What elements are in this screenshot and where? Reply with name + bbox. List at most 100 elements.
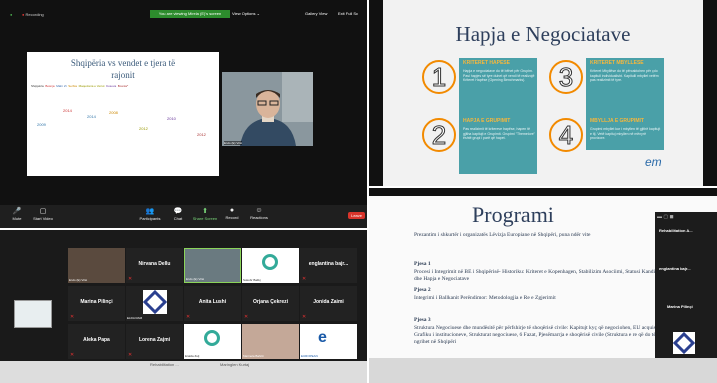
slide-programi: Programi Prezantim i shkurtër i organiza… — [369, 188, 717, 383]
speaker-person-image — [222, 72, 313, 146]
slide-title: Hapja e Negociatave — [455, 22, 631, 46]
logo-icon — [204, 330, 220, 346]
country-label: Maqedonia e Veriut — [78, 84, 105, 88]
recording-label: Recording — [25, 12, 44, 17]
participant-tile[interactable]: Nirvana Dellu ✕ — [126, 248, 183, 283]
record-label: Record — [225, 215, 239, 220]
active-speaker-tile[interactable]: Ervis (E) Vrisi — [184, 248, 241, 283]
year-col: 2008 — [109, 110, 118, 115]
participant-name: Nirvana Dellu — [138, 261, 171, 267]
participant-tile[interactable]: Orjana Çekrezi ✕ — [242, 286, 299, 321]
year-col: 2009 — [37, 122, 46, 127]
viewing-screen-banner: You are viewing Mirela (E)'s screen — [150, 10, 230, 18]
share-screen-icon: ⬆ — [202, 208, 208, 215]
side-participant-name: englantina bajr... — [659, 266, 691, 271]
view-options-button[interactable]: View Options ⌄ — [232, 10, 260, 18]
participant-name: Orjana Çekrezi — [252, 299, 289, 305]
participant-label: Marinela Bahriii — [243, 354, 264, 358]
muted-mic-icon: ✕ — [302, 314, 307, 320]
criteria-opening-heading: KRITERET HAPESE — [463, 60, 510, 66]
record-button[interactable]: ● Record — [217, 207, 247, 220]
cluster-opening-heading: HAPJA E GRUPIMIT — [463, 118, 511, 124]
part2-heading: Pjesa 2 — [414, 287, 431, 293]
thumbnail-slide[interactable] — [14, 300, 52, 328]
year-col: 2010 — [167, 116, 176, 121]
country-label: Kosova — [106, 84, 117, 88]
speaker-video-tile[interactable]: Ervis (E) Vrisi — [222, 72, 313, 146]
participant-tile[interactable]: Marina Pilinçi ✕ — [68, 286, 125, 321]
participant-tile[interactable]: Aleka Papa ✕ — [68, 324, 125, 359]
left-border — [369, 0, 383, 186]
share-screen-button[interactable]: ⬆ Share Screen — [190, 207, 220, 221]
year-col: 2012 — [197, 132, 206, 137]
participant-name: Aleka Papa — [83, 337, 110, 343]
panel-controls-icon[interactable]: ▬ ▢ ◼ — [657, 214, 674, 220]
number-1-icon: 1 — [422, 60, 456, 94]
share-screen-label: Share Screen — [192, 216, 218, 221]
side-video-panel: ▬ ▢ ◼ Rehabilitation A... englantina baj… — [655, 212, 717, 362]
muted-mic-icon: ✕ — [302, 276, 307, 282]
start-video-button[interactable]: ▢ Start Video — [28, 207, 58, 221]
participant-name: Jonida Zaimi — [313, 299, 344, 305]
gallery-view-button[interactable]: Gallery View — [305, 10, 327, 18]
start-video-label: Start Video — [33, 216, 53, 221]
chat-label: Chat — [173, 216, 183, 221]
participant-tile[interactable]: Eralda Zulj — [184, 324, 241, 359]
muted-mic-icon: ✕ — [244, 314, 249, 320]
logo-icon: e — [318, 329, 327, 346]
muted-mic-icon: ✕ — [70, 314, 75, 320]
right-border — [703, 0, 717, 186]
participant-label: Ervis (E) Vrisi — [69, 278, 88, 282]
country-label: Bosnja — [45, 84, 55, 88]
participant-tile[interactable]: e EUROPEAN — [300, 324, 357, 359]
side-participant-name: Rehabilitation A... — [659, 228, 693, 233]
part3-text: Struktura Negociuese dhe mundësitë për p… — [414, 325, 659, 345]
intro-text: Prezantim i shkurtër i organizatës Lëviz… — [414, 232, 591, 238]
slide-hapja-negociatave: Hapja e Negociatave 1 2 3 4 KRITERET HAP… — [369, 0, 717, 186]
participant-tile[interactable]: Marinela Bahriii — [242, 324, 299, 359]
cluster-closing-heading: MBYLLJA E GRUPIMIT — [590, 118, 644, 124]
shield-icon[interactable]: ● — [10, 12, 12, 17]
participant-tile[interactable]: Jonida Zaimi ✕ — [300, 286, 357, 321]
slide-title-line1: Shqipëria vs vendet e tjera të — [70, 58, 176, 68]
exit-fullscreen-button[interactable]: Exit Full Sc — [338, 10, 358, 18]
number-4-icon: 4 — [549, 118, 583, 152]
leave-button[interactable]: Leave — [348, 212, 365, 219]
participant-tile[interactable]: Ervis (E) Vrisi — [68, 248, 125, 283]
chat-button[interactable]: 💬 Chat — [163, 207, 193, 221]
logo-icon — [142, 289, 168, 315]
participant-name: Anita Lushi — [198, 299, 227, 305]
bottom-name: Maringlen Kurtaj — [220, 362, 250, 367]
participant-label: ELDA RAM — [127, 316, 143, 320]
country-label: Serbia — [68, 84, 77, 88]
year-col: 2014 — [63, 108, 72, 113]
participant-label: Sokobr Balikj — [243, 278, 261, 282]
video-camera-icon: ▢ — [39, 208, 47, 215]
participants-button[interactable]: 👥 Participants — [135, 207, 165, 221]
mute-label: Mute — [12, 216, 22, 221]
country-label: Bosnia* — [117, 84, 129, 88]
participant-tile[interactable]: ELDA RAM — [126, 286, 183, 321]
participant-tile[interactable]: Anita Lushi ✕ — [184, 286, 241, 321]
year-col: 2014 — [87, 114, 96, 119]
muted-mic-icon: ✕ — [128, 352, 133, 358]
number-2-icon: 2 — [422, 118, 456, 152]
top-border — [369, 188, 717, 196]
reactions-button[interactable]: ☺ Reactions — [244, 207, 274, 220]
em-logo: em — [645, 155, 662, 169]
number-3-icon: 3 — [549, 60, 583, 94]
part1-text: Procesi i Integrimit në BE i Shqipërisë-… — [414, 269, 662, 282]
part1-heading: Pjesa 1 — [414, 261, 431, 267]
zoom-toolbar: 🎤 Mute ▢ Start Video 👥 Participants 💬 Chat ⬆… — [0, 205, 367, 228]
participant-tile[interactable]: englantina bajr... ✕ — [300, 248, 357, 283]
reactions-icon: ☺ — [255, 207, 263, 214]
participant-tile[interactable]: Sokobr Balikj — [242, 248, 299, 283]
cluster-opening-text: Pas realizimit të kritereve hapëse, hape… — [463, 127, 535, 140]
muted-mic-icon: ✕ — [186, 314, 191, 320]
zoom-screen-share-window: ● ● Recording You are viewing Mirela (E)… — [0, 0, 367, 228]
recording-indicator[interactable]: ● Recording — [22, 12, 44, 17]
muted-mic-icon: ✕ — [128, 276, 133, 282]
participant-tile[interactable]: Lorena Zajmi ✕ — [126, 324, 183, 359]
participant-label: EUROPEAN — [301, 354, 318, 358]
country-label: Shqipëria — [31, 84, 44, 88]
